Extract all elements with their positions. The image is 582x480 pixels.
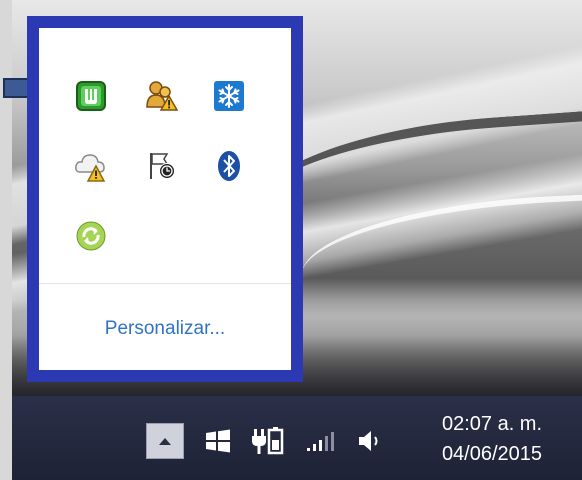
clock-date: 04/06/2015 <box>441 443 543 465</box>
cloud-warning-icon[interactable] <box>71 146 111 186</box>
window-frame-edge <box>0 396 12 480</box>
windows-flag-icon[interactable] <box>200 424 236 458</box>
utorrent-icon[interactable] <box>71 76 111 116</box>
popup-divider <box>39 283 291 284</box>
taskbar: 02:07 a. m. 04/06/2015 <box>0 396 582 480</box>
network-signal-icon[interactable] <box>302 424 338 458</box>
volume-icon[interactable] <box>352 424 388 458</box>
snowflake-icon[interactable] <box>209 76 249 116</box>
taskbar-clock[interactable]: 02:07 a. m. 04/06/2015 <box>412 409 572 469</box>
show-hidden-icons-button[interactable] <box>146 423 184 459</box>
action-center-flag-icon[interactable] <box>141 146 181 186</box>
sync-icon[interactable] <box>71 216 111 256</box>
clock-time: 02:07 a. m. <box>441 413 543 435</box>
customize-link[interactable]: Personalizar... <box>39 318 291 340</box>
bluetooth-icon[interactable] <box>209 146 249 186</box>
network-users-warning-icon[interactable] <box>141 76 181 116</box>
popup-panel: Personalizar... <box>39 28 291 370</box>
tray-icon-grid <box>39 28 291 284</box>
power-battery-icon[interactable] <box>248 422 288 460</box>
notification-overflow-popup: Personalizar... <box>27 16 303 382</box>
chevron-up-icon <box>159 438 171 445</box>
